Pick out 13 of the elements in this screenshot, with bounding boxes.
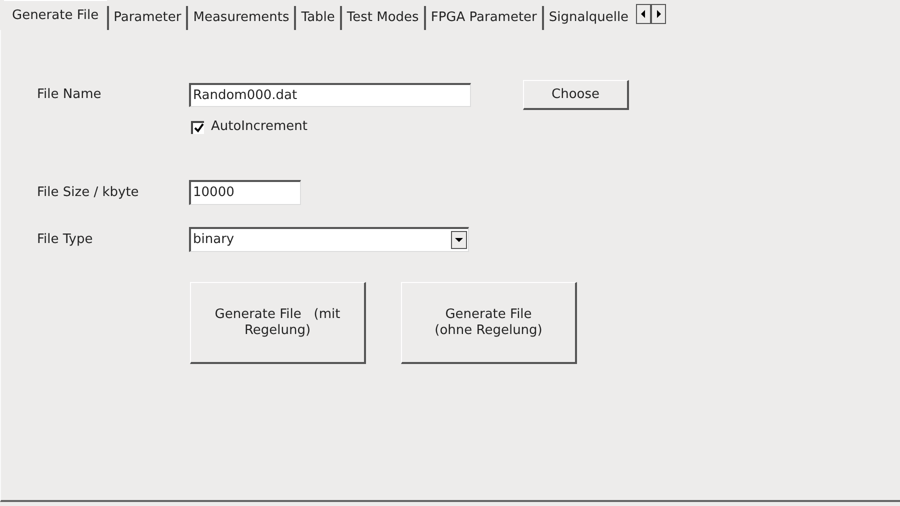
checkbox-label: AutoIncrement: [211, 118, 308, 136]
checkbox[interactable]: [191, 120, 204, 134]
file-size-field[interactable]: 10000: [189, 180, 301, 205]
choose-button[interactable]: Choose: [523, 80, 629, 110]
scroll-left-icon[interactable]: [636, 4, 651, 24]
file-name-field[interactable]: Random000.dat: [189, 83, 471, 107]
field-label: File Size / kbyte: [37, 184, 140, 202]
file-type-dropdown[interactable]: binary: [189, 227, 469, 252]
generate-file-button[interactable]: Generate File (mit Regelung): [190, 282, 366, 364]
generate-file-button[interactable]: Generate File (ohne Regelung): [401, 282, 577, 364]
field-label: File Name: [37, 86, 102, 104]
scroll-right-icon[interactable]: [650, 4, 666, 24]
field-label: File Type: [37, 230, 94, 249]
